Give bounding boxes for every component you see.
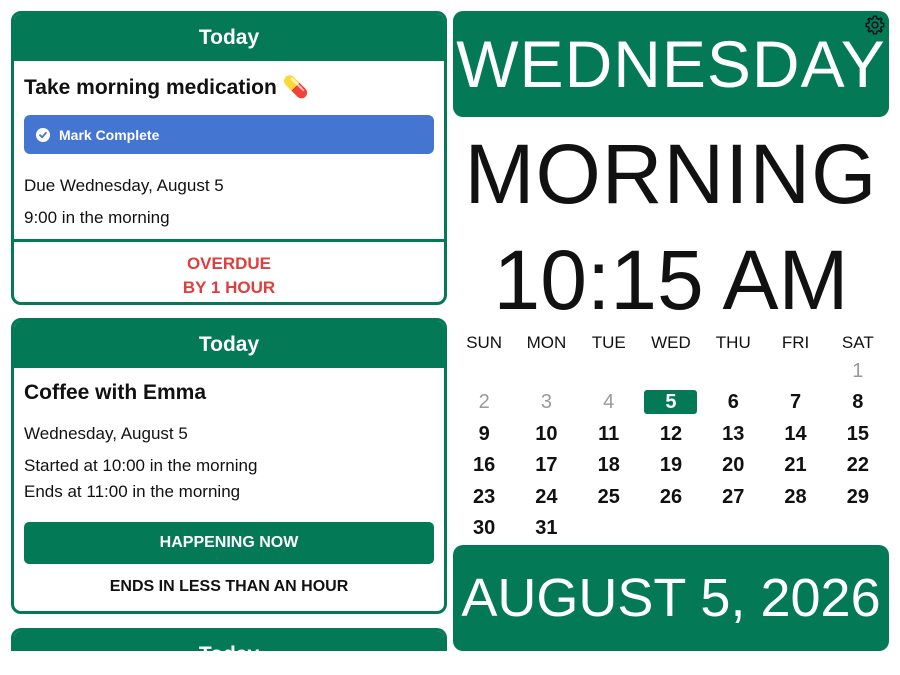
weekday-wed: WED xyxy=(651,333,691,352)
due-time: 9:00 in the morning xyxy=(24,208,170,227)
weekday-thu: THU xyxy=(715,333,751,352)
calendar-week: 30 31 xyxy=(453,513,889,544)
ends-soon-note: ENDS IN LESS THAN AN HOUR xyxy=(109,578,349,595)
calendar-day-27: 27 xyxy=(722,485,745,508)
event-start: Started at 10:00 in the morning xyxy=(24,456,258,475)
event-card: Today Coffee with Emma Wednesday, August… xyxy=(11,318,447,614)
calendar-empty-cell xyxy=(578,356,640,387)
mark-complete-button[interactable]: Mark Complete xyxy=(24,115,434,154)
happening-now-badge: HAPPENING NOW xyxy=(24,522,434,564)
calendar-day-20: 20 xyxy=(722,454,745,477)
bottom-edge xyxy=(0,651,900,675)
month-calendar: SUN MON TUE WED THU FRI SAT 1 2 3 4 5 6 7 8 9 10 11 12 13 1… xyxy=(453,330,889,544)
event-end: Ends at 11:00 in the morning xyxy=(24,482,241,501)
calendar-day-9: 9 xyxy=(478,422,490,445)
calendar-day-14: 14 xyxy=(784,422,807,445)
overdue-status: OVERDUE BY 1 HOUR xyxy=(14,252,444,300)
calendar-day-13: 13 xyxy=(722,422,745,445)
calendar-week: 2 3 4 5 6 7 8 xyxy=(453,387,889,418)
today-highlight: 5 xyxy=(644,390,698,415)
calendar-day-6: 6 xyxy=(727,391,739,414)
event-card-header: Today xyxy=(14,321,444,368)
calendar-week: 9 10 11 12 13 14 15 xyxy=(453,419,889,450)
card-divider xyxy=(14,239,444,242)
time-of-day: MORNING xyxy=(464,127,878,221)
calendar-day-2: 2 xyxy=(478,391,490,414)
calendar-empty-cell xyxy=(578,513,640,544)
calendar-empty-cell xyxy=(764,513,826,544)
reminder-title: Take morning medication 💊 xyxy=(24,76,309,99)
reminder-card-header: Today xyxy=(14,14,444,61)
calendar-day-18: 18 xyxy=(597,454,620,477)
calendar-grid: 1 2 3 4 5 6 7 8 9 10 11 12 13 14 15 16 17 18 19 20 21 22 23 24 2… xyxy=(453,356,889,544)
calendar-day-26: 26 xyxy=(659,485,683,508)
calendar-day-21: 21 xyxy=(784,454,807,477)
calendar-day-15: 15 xyxy=(846,422,869,445)
calendar-week: 16 17 18 19 20 21 22 xyxy=(453,450,889,481)
calendar-day-19: 19 xyxy=(659,454,683,477)
mark-complete-label: Mark Complete xyxy=(59,126,160,143)
reminder-card: Today Take morning medication 💊 Mark Com… xyxy=(11,11,447,305)
calendar-empty-cell xyxy=(702,356,764,387)
calendar-empty-cell xyxy=(764,356,826,387)
calendar-day-28: 28 xyxy=(784,485,807,508)
full-date: AUGUST 5, 2026 xyxy=(453,545,889,651)
calendar-day-22: 22 xyxy=(846,454,869,477)
gear-icon[interactable] xyxy=(864,14,886,36)
calendar-day-29: 29 xyxy=(846,485,869,508)
calendar-day-16: 16 xyxy=(473,454,496,477)
calendar-day-8: 8 xyxy=(852,391,864,414)
calendar-empty-cell xyxy=(453,356,515,387)
event-date: Wednesday, August 5 xyxy=(24,424,188,443)
overdue-amount: BY 1 HOUR xyxy=(182,278,276,297)
calendar-day-24: 24 xyxy=(535,485,558,508)
overdue-line: OVERDUE xyxy=(186,254,272,273)
calendar-day-25: 25 xyxy=(597,485,620,508)
calendar-week: 1 xyxy=(453,356,889,387)
calendar-empty-cell xyxy=(827,513,889,544)
event-title: Coffee with Emma xyxy=(24,381,207,404)
weekday-mon: MON xyxy=(526,333,567,352)
calendar-day-1: 1 xyxy=(852,360,864,382)
calendar-day-5: 5 xyxy=(640,387,702,418)
weekday-fri: FRI xyxy=(781,333,810,352)
weekday-tue: TUE xyxy=(591,333,626,352)
calendar-day-23: 23 xyxy=(473,485,496,508)
calendar-day-31: 31 xyxy=(535,516,558,539)
calendar-day-10: 10 xyxy=(535,422,558,445)
calendar-weekdays: SUN MON TUE WED THU FRI SAT xyxy=(453,330,889,356)
day-of-week: WEDNESDAY xyxy=(453,11,889,117)
calendar-day-30: 30 xyxy=(473,516,496,539)
calendar-day-3: 3 xyxy=(540,391,552,414)
calendar-day-11: 11 xyxy=(598,422,620,445)
due-date: Due Wednesday, August 5 xyxy=(24,176,224,195)
calendar-empty-cell xyxy=(515,356,577,387)
calendar-empty-cell xyxy=(640,513,702,544)
calendar-day-17: 17 xyxy=(535,454,558,477)
weekday-sun: SUN xyxy=(466,333,503,352)
calendar-week: 23 24 25 26 27 28 29 xyxy=(453,482,889,513)
calendar-day-12: 12 xyxy=(659,422,683,445)
calendar-day-7: 7 xyxy=(789,391,802,414)
calendar-empty-cell xyxy=(640,356,702,387)
weekday-sat: SAT xyxy=(841,333,874,352)
check-circle-icon xyxy=(36,127,50,142)
calendar-empty-cell xyxy=(702,513,764,544)
calendar-day-4: 4 xyxy=(603,391,615,414)
clock-time: 10:15 AM xyxy=(493,233,849,327)
